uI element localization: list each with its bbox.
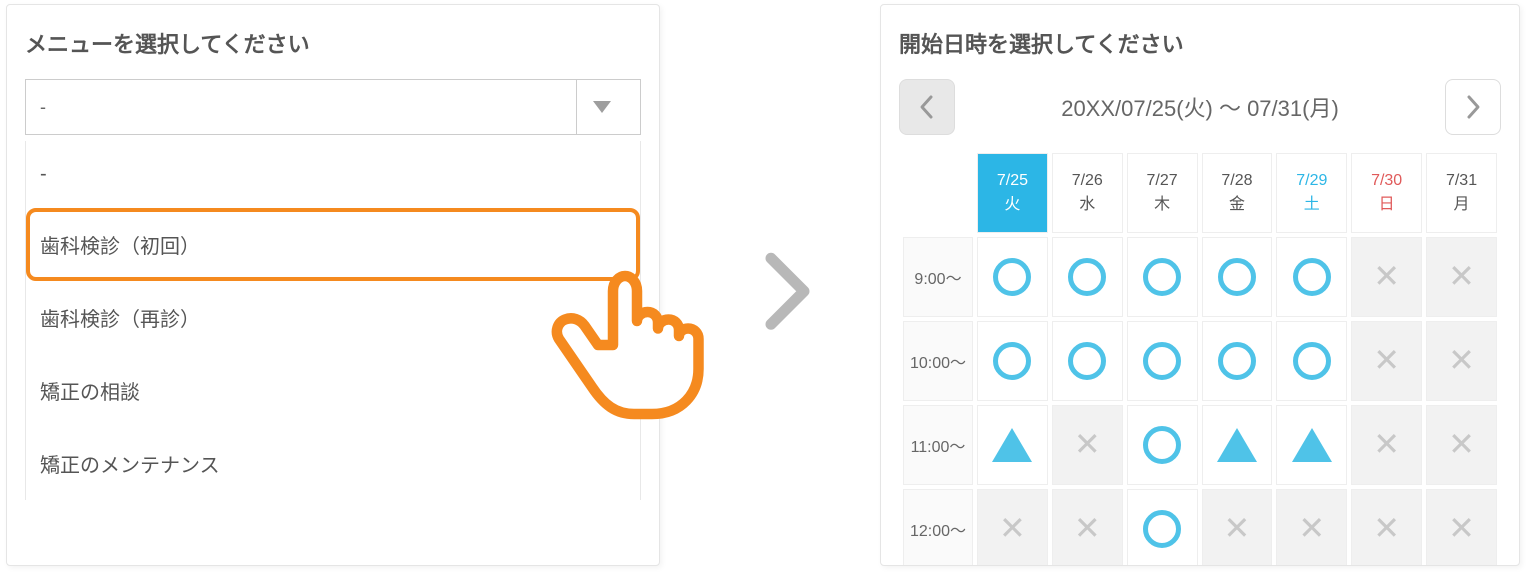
unavailable-icon: ✕ xyxy=(1373,510,1400,546)
time-label: 10:00〜 xyxy=(903,321,973,401)
time-slot[interactable] xyxy=(1127,321,1198,401)
datetime-select-title: 開始日時を選択してください xyxy=(899,27,1501,59)
time-slot: ✕ xyxy=(1426,405,1497,485)
menu-select-caret-area[interactable] xyxy=(576,80,626,134)
time-slot[interactable] xyxy=(1052,237,1123,317)
available-icon xyxy=(1218,258,1256,296)
available-icon xyxy=(993,258,1031,296)
next-step-arrow-icon xyxy=(760,250,815,330)
time-label: 9:00〜 xyxy=(903,237,973,317)
menu-option[interactable]: - xyxy=(26,141,640,208)
available-icon xyxy=(1143,258,1181,296)
next-week-button[interactable] xyxy=(1445,79,1501,135)
time-slot[interactable] xyxy=(1202,405,1273,485)
time-slot[interactable] xyxy=(977,405,1048,485)
available-icon xyxy=(1143,342,1181,380)
available-icon xyxy=(1143,510,1181,548)
time-slot[interactable] xyxy=(977,321,1048,401)
time-slot: ✕ xyxy=(977,489,1048,566)
time-col-header xyxy=(903,153,973,233)
unavailable-icon: ✕ xyxy=(1074,510,1101,546)
time-slot: ✕ xyxy=(1276,489,1347,566)
unavailable-icon: ✕ xyxy=(1074,426,1101,462)
time-slot[interactable] xyxy=(977,237,1048,317)
time-slot: ✕ xyxy=(1202,489,1273,566)
menu-select[interactable]: - xyxy=(25,79,641,135)
time-slot[interactable] xyxy=(1127,405,1198,485)
time-label: 11:00〜 xyxy=(903,405,973,485)
date-nav: 20XX/07/25(火) 〜 07/31(月) xyxy=(899,79,1501,135)
available-icon xyxy=(993,342,1031,380)
available-icon xyxy=(1218,342,1256,380)
time-slot: ✕ xyxy=(1426,489,1497,566)
day-header: 7/31月 xyxy=(1426,153,1497,233)
unavailable-icon: ✕ xyxy=(1448,426,1475,462)
unavailable-icon: ✕ xyxy=(1373,342,1400,378)
unavailable-icon: ✕ xyxy=(1373,258,1400,294)
available-icon xyxy=(1293,258,1331,296)
time-slot: ✕ xyxy=(1351,237,1422,317)
time-slot: ✕ xyxy=(1052,489,1123,566)
time-slot[interactable] xyxy=(1276,405,1347,485)
day-header: 7/30日 xyxy=(1351,153,1422,233)
time-slot[interactable] xyxy=(1052,321,1123,401)
unavailable-icon: ✕ xyxy=(1448,258,1475,294)
unavailable-icon: ✕ xyxy=(999,510,1026,546)
availability-calendar: 7/25火7/26水7/27木7/28金7/29土7/30日7/31月 9:00… xyxy=(899,149,1501,566)
time-label: 12:00〜 xyxy=(903,489,973,566)
datetime-select-panel: 開始日時を選択してください 20XX/07/25(火) 〜 07/31(月) 7… xyxy=(880,4,1520,566)
time-slot: ✕ xyxy=(1351,489,1422,566)
time-slot: ✕ xyxy=(1351,405,1422,485)
time-slot[interactable] xyxy=(1202,237,1273,317)
available-icon xyxy=(1293,342,1331,380)
menu-select-value: - xyxy=(40,97,46,118)
day-header: 7/27木 xyxy=(1127,153,1198,233)
time-slot: ✕ xyxy=(1426,237,1497,317)
caret-down-icon xyxy=(593,101,611,113)
day-header: 7/26水 xyxy=(1052,153,1123,233)
day-header: 7/25火 xyxy=(977,153,1048,233)
pointer-hand-icon xyxy=(535,246,715,426)
few-left-icon xyxy=(1292,428,1332,462)
chevron-left-icon xyxy=(917,93,937,121)
unavailable-icon: ✕ xyxy=(1224,510,1251,546)
chevron-right-icon xyxy=(1463,93,1483,121)
unavailable-icon: ✕ xyxy=(1373,426,1400,462)
day-header: 7/28金 xyxy=(1202,153,1273,233)
unavailable-icon: ✕ xyxy=(1448,342,1475,378)
few-left-icon xyxy=(992,428,1032,462)
date-range-label: 20XX/07/25(火) 〜 07/31(月) xyxy=(965,91,1435,123)
available-icon xyxy=(1068,258,1106,296)
prev-week-button[interactable] xyxy=(899,79,955,135)
time-slot[interactable] xyxy=(1276,321,1347,401)
few-left-icon xyxy=(1217,428,1257,462)
time-slot[interactable] xyxy=(1276,237,1347,317)
menu-select-title: メニューを選択してください xyxy=(25,27,641,59)
time-slot[interactable] xyxy=(1202,321,1273,401)
day-header: 7/29土 xyxy=(1276,153,1347,233)
available-icon xyxy=(1143,426,1181,464)
time-slot: ✕ xyxy=(1052,405,1123,485)
time-slot[interactable] xyxy=(1127,489,1198,566)
time-slot: ✕ xyxy=(1426,321,1497,401)
available-icon xyxy=(1068,342,1106,380)
menu-option[interactable]: 矯正のメンテナンス xyxy=(26,427,640,500)
unavailable-icon: ✕ xyxy=(1448,510,1475,546)
time-slot: ✕ xyxy=(1351,321,1422,401)
time-slot[interactable] xyxy=(1127,237,1198,317)
unavailable-icon: ✕ xyxy=(1298,510,1325,546)
